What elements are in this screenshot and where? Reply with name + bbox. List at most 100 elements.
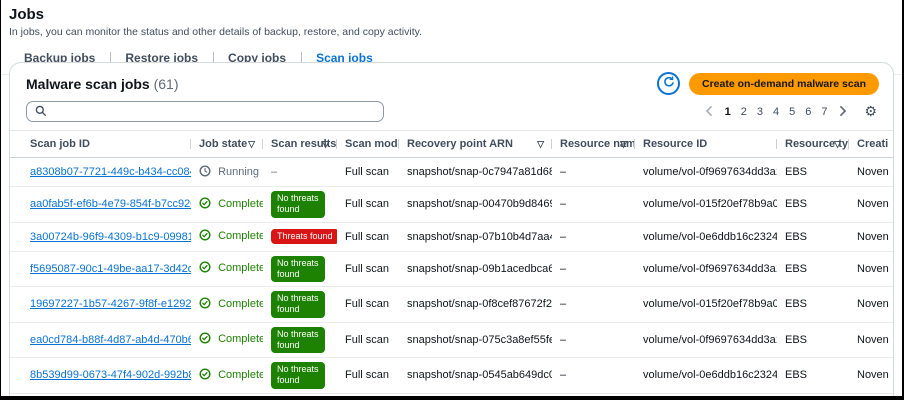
job-state-cell: Completed — [191, 357, 263, 394]
job-state-cell: Running — [191, 157, 263, 187]
page-button-4[interactable]: 4 — [768, 104, 784, 120]
job-state-cell: Completed — [191, 393, 263, 396]
check-circle-icon — [199, 368, 211, 383]
scan-job-id-link[interactable]: aa0fab5f-ef6b-4e79-854f-b7cc92038b55 — [30, 198, 191, 210]
table-row: f5695087-90c1-49be-aa17-3d42df760bba Com… — [10, 251, 893, 287]
filter-icon[interactable]: ▽ — [537, 139, 544, 150]
job-state-label: Completed — [218, 297, 263, 310]
scan-results-cell: No threats found — [263, 286, 337, 323]
resource-id-cell: volume/vol-015f20ef78b9a0c32 — [635, 286, 777, 323]
page-numbers: 1234567 — [720, 104, 833, 120]
resource-name-cell: – — [552, 322, 635, 358]
column-label: Scan job ID — [30, 138, 90, 150]
preferences-button[interactable]: ⚙ — [862, 103, 879, 120]
previous-page-button[interactable] — [702, 102, 716, 121]
scan-jobs-table: Scan job ID ▽ Job state ▽ Scan results Scan m… — [10, 130, 893, 396]
filter-icon[interactable]: ▽ — [248, 139, 255, 150]
job-state-cell: Completed — [191, 322, 263, 358]
resource-name-cell: – — [552, 357, 635, 394]
resource-type-cell: EBS — [777, 322, 849, 358]
scan-job-id-link[interactable]: 8b539d99-0673-47f4-902d-992b859ee35b — [30, 369, 191, 381]
resource-id-cell: volume/vol-015f20ef78b9a0c32 — [635, 186, 777, 223]
page-button-3[interactable]: 3 — [752, 104, 768, 120]
check-circle-icon — [199, 229, 211, 244]
table-row: ea0cd784-b88f-4d87-ab4d-470b6960bdd8 Com… — [10, 322, 893, 358]
job-state-cell: Completed — [191, 286, 263, 323]
check-circle-icon — [199, 297, 211, 312]
scan-job-id-link[interactable]: a8308b07-7721-449c-b434-cc0841557cee — [30, 166, 191, 178]
column-label: Resource name — [560, 138, 635, 150]
scan-result-badge: No threats found — [271, 326, 325, 353]
resource-id-cell: volume/vol-0f9697634dd3a11d0 — [635, 251, 777, 287]
page-button-2[interactable]: 2 — [736, 104, 752, 120]
page-button-7[interactable]: 7 — [816, 104, 832, 120]
refresh-button[interactable] — [657, 72, 681, 95]
next-page-button[interactable] — [836, 102, 850, 121]
panel-actions: Create on-demand malware scan — [657, 72, 879, 95]
create-on-demand-scan-button[interactable]: Create on-demand malware scan — [689, 72, 879, 95]
chevron-right-icon — [839, 104, 847, 119]
job-state-label: Completed — [218, 333, 263, 346]
column-label: Creati — [857, 138, 889, 150]
recovery-point-arn-cell: snapshot/snap-00470b9d8469c4624 — [399, 186, 552, 223]
resource-type-cell: EBS — [777, 186, 849, 223]
panel-title-text: Malware scan jobs — [26, 75, 150, 92]
job-state-label: Completed — [218, 230, 263, 242]
job-state-cell: Completed — [191, 186, 263, 223]
column-label: Scan results — [271, 138, 337, 150]
recovery-point-arn-cell: snapshot/snap-09b1acedbca6d54d5 — [399, 251, 552, 287]
scan-job-id-link[interactable]: f5695087-90c1-49be-aa17-3d42df760bba — [30, 263, 191, 275]
column-label: Scan mode — [345, 138, 399, 150]
search-input[interactable] — [52, 104, 375, 119]
scan-job-id-link[interactable]: ea0cd784-b88f-4d87-ab4d-470b6960bdd8 — [30, 334, 191, 346]
scan-results-cell: No threats found — [263, 357, 337, 394]
resource-type-cell: EBS — [777, 357, 849, 394]
table-row: a8308b07-7721-449c-b434-cc0841557cee Run… — [10, 157, 893, 187]
column-header-job-state: ▽ Job state — [191, 130, 263, 158]
page-button-6[interactable]: 6 — [800, 104, 816, 120]
scan-job-id-link[interactable]: 3a00724b-96f9-4309-b1c9-09981e2da0fe — [30, 231, 191, 243]
chevron-left-icon — [705, 104, 713, 119]
scan-mode-cell: Full scan — [337, 393, 399, 396]
resource-name-cell: – — [552, 393, 635, 396]
creation-time-cell: Noven — [849, 322, 893, 358]
search-box[interactable] — [26, 101, 384, 122]
scan-results-cell: No threats found — [263, 251, 337, 287]
search-icon — [35, 103, 46, 121]
column-label: Resource ID — [643, 138, 708, 150]
resource-type-cell: EBS — [777, 393, 849, 396]
table-toolbar: 1234567 ⚙ — [10, 98, 893, 130]
resource-type-cell: EBS — [777, 157, 849, 187]
scan-result-badge: Threats found — [271, 228, 337, 245]
scan-job-id-link[interactable]: 19697227-1b57-4267-9f8f-e1292720dfb1 — [30, 298, 191, 310]
check-circle-icon — [199, 332, 211, 347]
creation-time-cell: Noven — [849, 286, 893, 323]
page-frame: Jobs In jobs, you can monitor the status… — [0, 0, 904, 400]
job-state-label: Completed — [218, 197, 263, 210]
column-header-creati: Creati — [849, 130, 893, 158]
page-description: In jobs, you can monitor the status and … — [9, 26, 423, 38]
resource-id-cell: volume/vol-0e6ddb16c23245d33 — [635, 222, 777, 252]
job-state-cell: Completed — [191, 222, 263, 252]
scan-mode-cell: Full scan — [337, 251, 399, 287]
creation-time-cell: Noven — [849, 157, 893, 187]
scan-results-cell: Threats found — [263, 222, 337, 252]
resource-name-cell: – — [552, 186, 635, 223]
page-button-5[interactable]: 5 — [784, 104, 800, 120]
scan-mode-cell: Full scan — [337, 322, 399, 358]
table-header-row: Scan job ID ▽ Job state ▽ Scan results Scan m… — [10, 130, 893, 158]
scan-mode-cell: Full scan — [337, 186, 399, 223]
creation-time-cell: Noven — [849, 222, 893, 252]
panel-header: Malware scan jobs (61) Create on-demand … — [10, 63, 893, 98]
column-header-scan-results: ▽ Scan results — [263, 130, 337, 158]
column-label: Recovery point ARN — [407, 138, 513, 150]
refresh-icon — [663, 76, 675, 91]
creation-time-cell: Noven — [849, 186, 893, 223]
column-header-resource-name: ▽ Resource name — [552, 130, 635, 158]
jobs-count: (61) — [153, 75, 179, 92]
table-row: 4a21065b-0c4b-4a26-88c7-b6044faa16e7 Com… — [10, 393, 893, 396]
malware-scan-jobs-panel: Malware scan jobs (61) Create on-demand … — [9, 62, 894, 396]
recovery-point-arn-cell: snapshot/snap-07b10b4d7aa4852d5 — [399, 222, 552, 252]
creation-time-cell: Noven — [849, 251, 893, 287]
page-button-1[interactable]: 1 — [720, 104, 736, 120]
